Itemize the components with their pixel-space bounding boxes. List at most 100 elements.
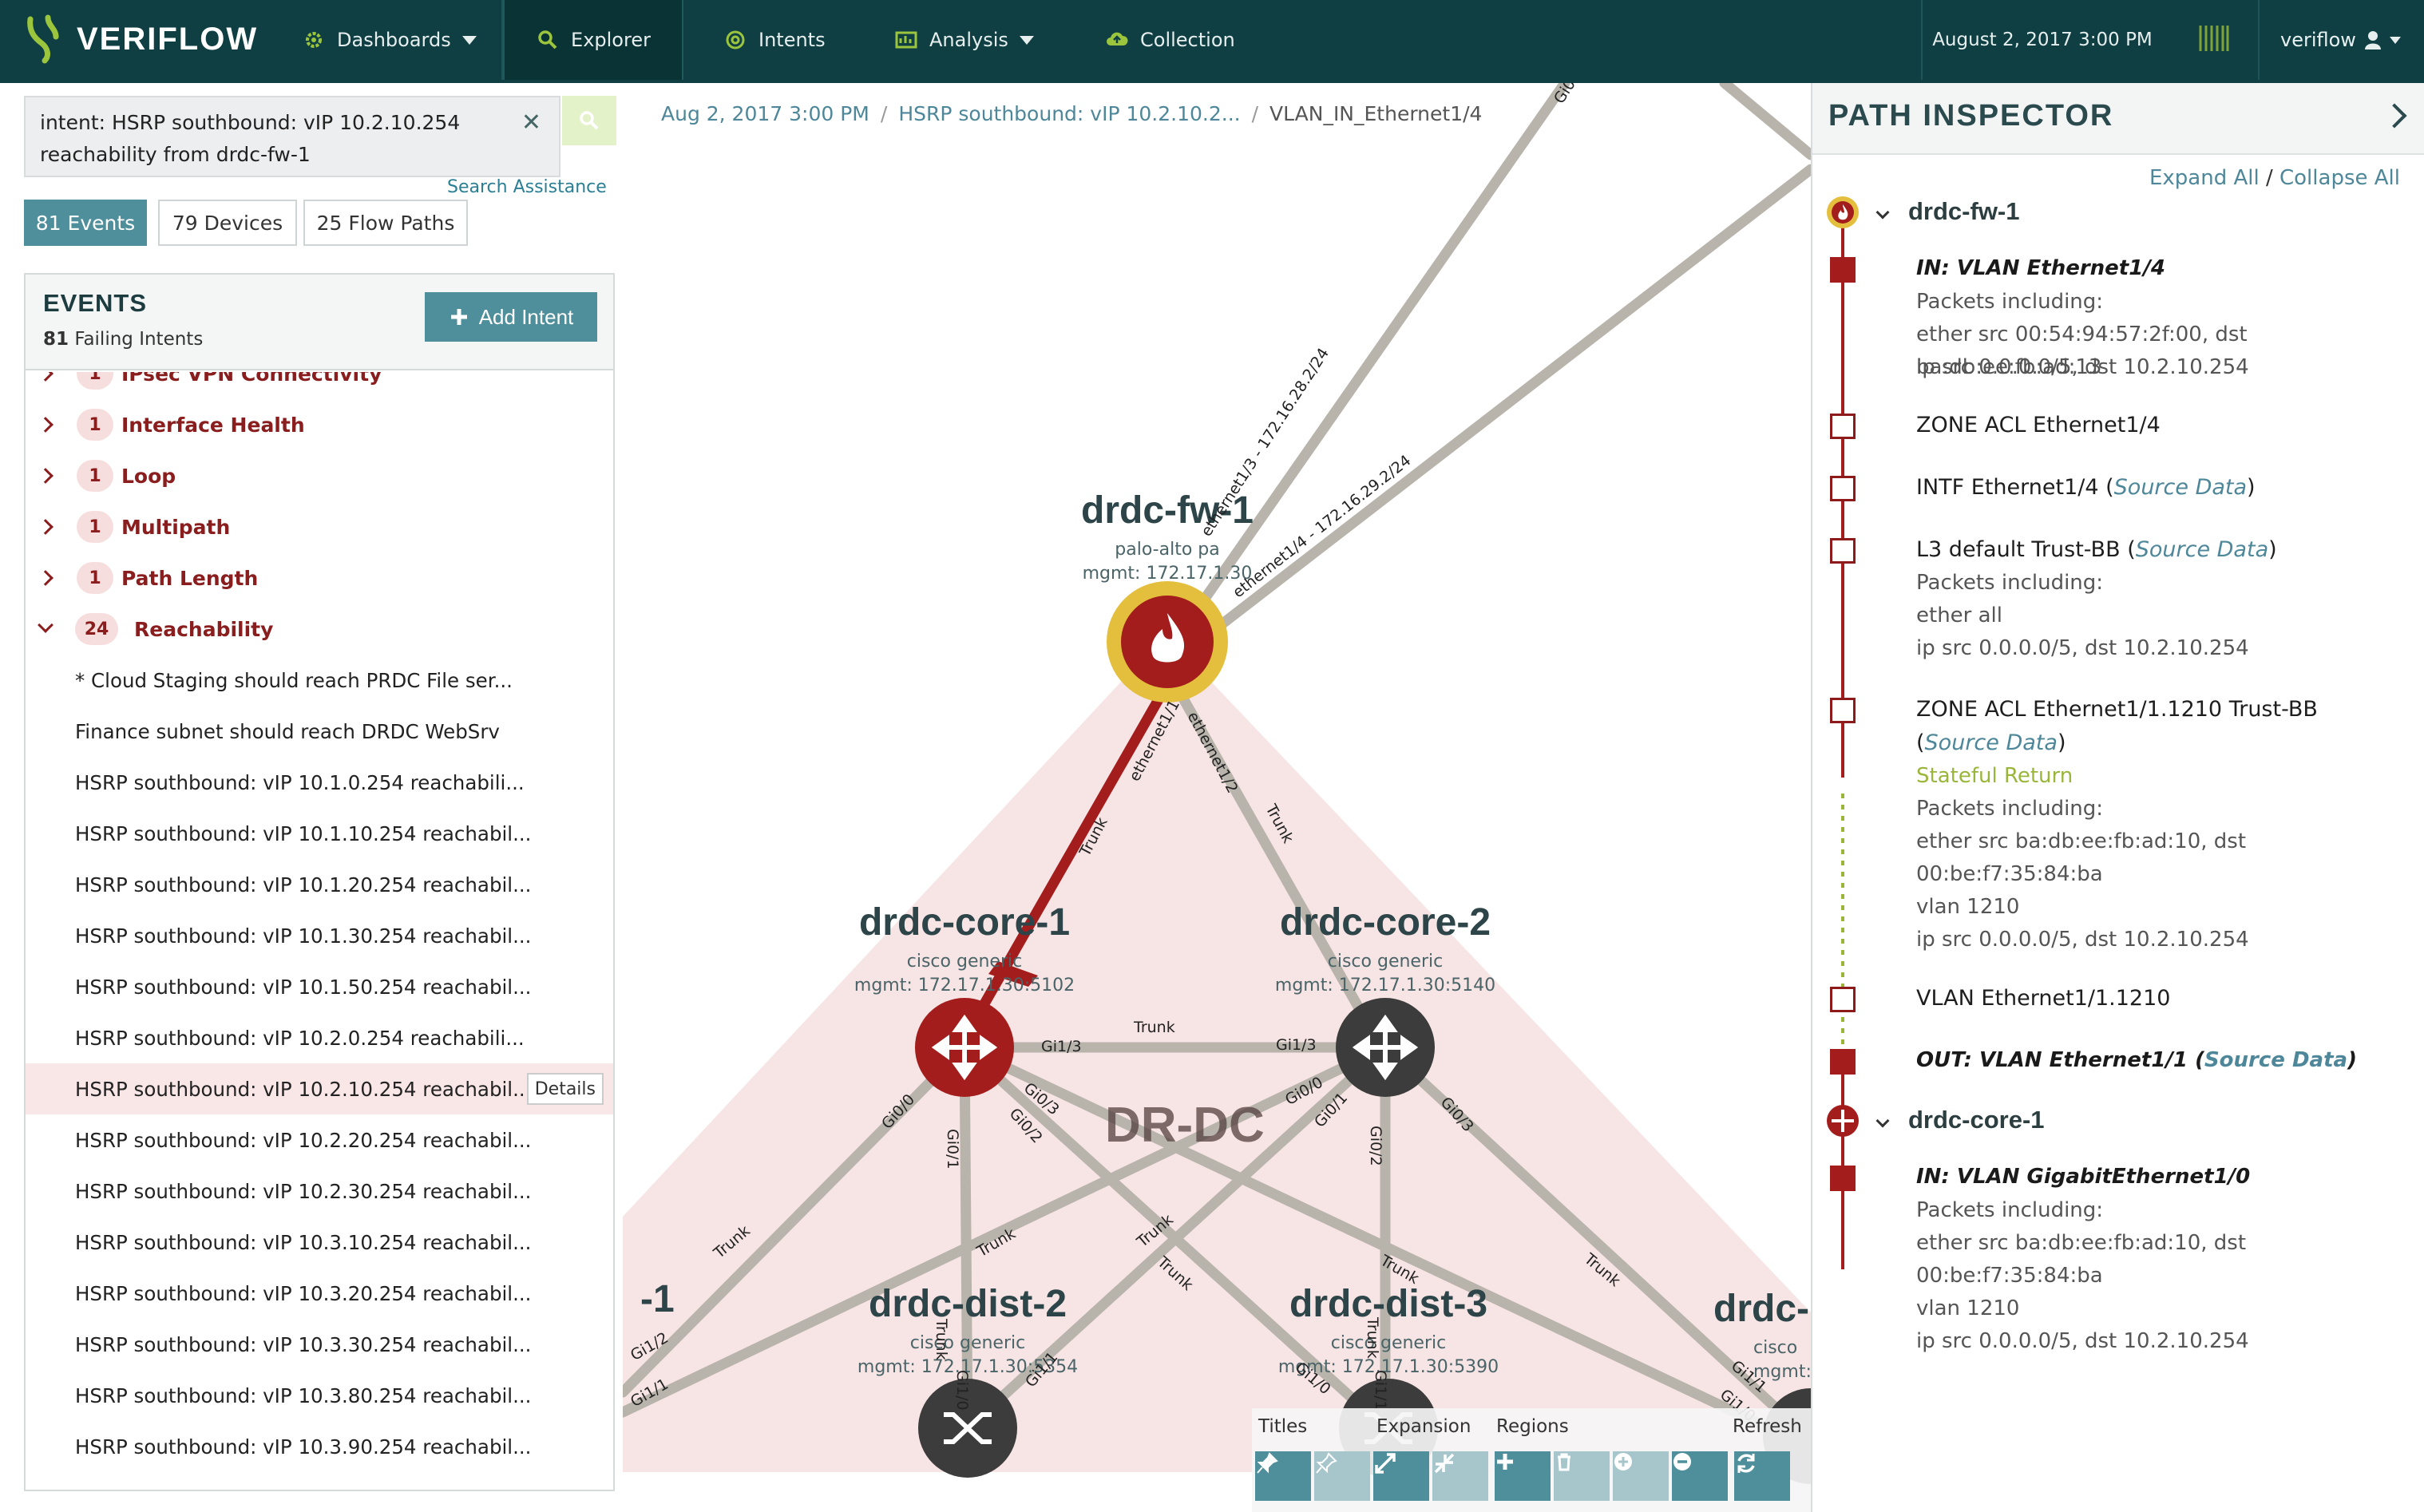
search-button[interactable] [562,96,616,145]
pin-icon [1257,1452,1278,1474]
tab-events[interactable]: 81 Events [24,200,147,246]
username: veriflow [2280,29,2356,51]
source-data-link[interactable]: Source Data [1925,730,2058,755]
list-item[interactable]: HSRP southbound: vIP 10.2.0.254 reachabi… [26,1012,613,1063]
category-loop[interactable]: 1 Loop [26,450,613,501]
node-name-dist4-partial[interactable]: drdc- [1713,1287,1809,1331]
fw-zone2[interactable]: ZONE ACL Ethernet1/1.1210 Trust-BB [1916,693,2318,726]
chevron-down-icon [461,35,477,45]
search-input[interactable]: intent: HSRP southbound: vIP 10.2.10.254… [24,96,560,177]
failing-label: Failing Intents [74,329,204,350]
nav-intents[interactable]: Intents [723,0,826,80]
list-item[interactable]: Finance subnet should reach DRDC WebSrv [26,706,613,757]
source-data-link[interactable]: Source Data [2204,1048,2347,1072]
hop-marker [1830,987,1856,1012]
list-item[interactable]: HSRP southbound: vIP 10.3.30.254 reachab… [26,1319,613,1370]
snapshot-timeline-icon[interactable] [2197,24,2229,56]
node-type: palo-alto pa [1115,540,1220,560]
category-reachability[interactable]: 24 Reachability [26,604,613,655]
source-data-link[interactable]: Source Data [2114,475,2247,500]
add-intent-button[interactable]: Add Intent [425,292,597,342]
breadcrumb-date[interactable]: Aug 2, 2017 3:00 PM [661,102,869,125]
list-item[interactable]: HSRP southbound: vIP 10.3.10.254 reachab… [26,1217,613,1268]
topology-canvas[interactable] [623,83,1811,1512]
nav-analysis[interactable]: Analysis [894,0,1034,80]
fw-in-header[interactable]: IN: VLAN Ethernet1/4 [1916,252,2165,285]
fw-l3-l3: ip src 0.0.0.0/5, dst 10.2.10.254 [1916,636,2249,660]
core-l3: 00:be:f7:35:84:ba [1916,1264,2103,1288]
nav-intents-label: Intents [758,29,826,51]
fw-intf[interactable]: INTF Ethernet1/4 (Source Data) [1916,471,2256,504]
node-name-core2[interactable]: drdc-core-2 [1280,900,1491,944]
list-item[interactable]: HSRP southbound: vIP 10.1.20.254 reachab… [26,859,613,910]
list-item[interactable]: HSRP southbound: vIP 10.2.20.254 reachab… [26,1114,613,1166]
current-snapshot-date[interactable]: August 2, 2017 3:00 PM [1923,0,2162,80]
list-item[interactable]: HSRP southbound: vIP 10.1.10.254 reachab… [26,808,613,859]
category-path-length[interactable]: 1 Path Length [26,552,613,604]
nav-dashboards[interactable]: Dashboards [302,0,477,80]
nav-collection[interactable]: Collection [1105,0,1235,80]
nav-explorer[interactable]: Explorer [503,0,683,80]
chevron-right-icon [38,570,53,586]
app-name: VERIFLOW [77,21,259,57]
fw-out[interactable]: OUT: VLAN Ethernet1/1 (Source Data) [1916,1044,2357,1077]
events-header: EVENTS 81 Failing Intents Add Intent [26,275,613,370]
list-item[interactable]: * Cloud Staging should reach PRDC File s… [26,655,613,706]
minus-circle-icon [1673,1453,1691,1470]
expand-button[interactable] [1373,1451,1429,1501]
remove-from-region-button[interactable] [1672,1451,1728,1501]
chevron-right-icon [38,372,53,382]
list-item[interactable]: HSRP southbound: vIP 10.3.90.254 reachab… [26,1421,613,1472]
list-item[interactable]: HSRP southbound: vIP 10.3.80.254 reachab… [26,1370,613,1421]
core-in-header[interactable]: IN: VLAN GigabitEthernet1/0 [1916,1161,2250,1193]
unpin-titles-button[interactable] [1314,1451,1370,1501]
user-menu[interactable]: veriflow [2260,0,2424,80]
dashboard-gear-icon [306,32,322,48]
search-assistance-link[interactable]: Search Assistance [447,177,607,197]
add-region-button[interactable] [1495,1451,1551,1501]
device-drdc-core-1[interactable]: drdc-core-1 [1908,1103,2045,1136]
list-item[interactable]: HSRP southbound: vIP 10.3.20.254 reachab… [26,1268,613,1319]
details-button[interactable]: Details [526,1073,604,1105]
category-ipsec[interactable]: 1 IPsec VPN Connectivity [26,372,613,399]
clear-search-icon[interactable]: ✕ [521,107,541,139]
list-item[interactable]: HSRP southbound: vIP 10.1.0.254 reachabi… [26,757,613,808]
region-label: DR-DC [1105,1098,1265,1153]
plus-icon [1497,1454,1513,1470]
source-data-link[interactable]: Source Data [2136,537,2268,562]
category-multipath[interactable]: 1 Multipath [26,501,613,552]
link-label: Gi1/0 [953,1370,971,1411]
veriflow-logo[interactable]: VERIFLOW [24,14,258,64]
node-mgmt: mgmt: 172.17.1.30:5140 [1274,976,1496,995]
category-label: IPsec VPN Connectivity [121,372,382,386]
hop-marker [1830,1049,1856,1075]
list-item[interactable]: HSRP southbound: vIP 10.2.30.254 reachab… [26,1166,613,1217]
target-icon [726,30,745,49]
delete-region-button[interactable] [1554,1451,1610,1501]
node-name-dist2[interactable]: drdc-dist-2 [869,1282,1067,1326]
tab-devices[interactable]: 79 Devices [158,200,297,246]
topology-map[interactable]: Aug 2, 2017 3:00 PM / HSRP southbound: vIP… [623,83,1811,1512]
user-icon [2364,31,2381,49]
pin-titles-button[interactable] [1255,1451,1311,1501]
category-label: Loop [121,464,176,488]
category-label: Interface Health [121,413,305,437]
fw-vlan[interactable]: VLAN Ethernet1/1.1210 [1916,982,2170,1015]
list-item[interactable]: HSRP southbound: vIP 10.1.50.254 reachab… [26,961,613,1012]
list-item-selected[interactable]: HSRP southbound: vIP 10.2.10.254 reachab… [26,1063,613,1114]
list-item[interactable]: HSRP southbound: vIP 10.5.30.254 reachab… [26,1472,613,1490]
fw-l3[interactable]: L3 default Trust-BB (Source Data) [1916,533,2277,566]
device-drdc-fw-1[interactable]: drdc-fw-1 [1908,195,2020,228]
tab-flow-paths[interactable]: 25 Flow Paths [303,200,468,246]
fw-zone-acl[interactable]: ZONE ACL Ethernet1/4 [1916,409,2161,441]
collapse-button[interactable] [1432,1451,1488,1501]
node-name-dist1-partial[interactable]: -1 [640,1277,675,1321]
node-name-core1[interactable]: drdc-core-1 [859,900,1070,944]
breadcrumb-intent[interactable]: HSRP southbound: vIP 10.2.10.2... [898,102,1240,125]
add-to-region-button[interactable] [1613,1451,1669,1501]
search-icon [538,30,557,49]
node-name-dist3[interactable]: drdc-dist-3 [1289,1282,1487,1326]
refresh-button[interactable] [1734,1451,1790,1501]
list-item[interactable]: HSRP southbound: vIP 10.1.30.254 reachab… [26,910,613,961]
category-interface-health[interactable]: 1 Interface Health [26,399,613,450]
